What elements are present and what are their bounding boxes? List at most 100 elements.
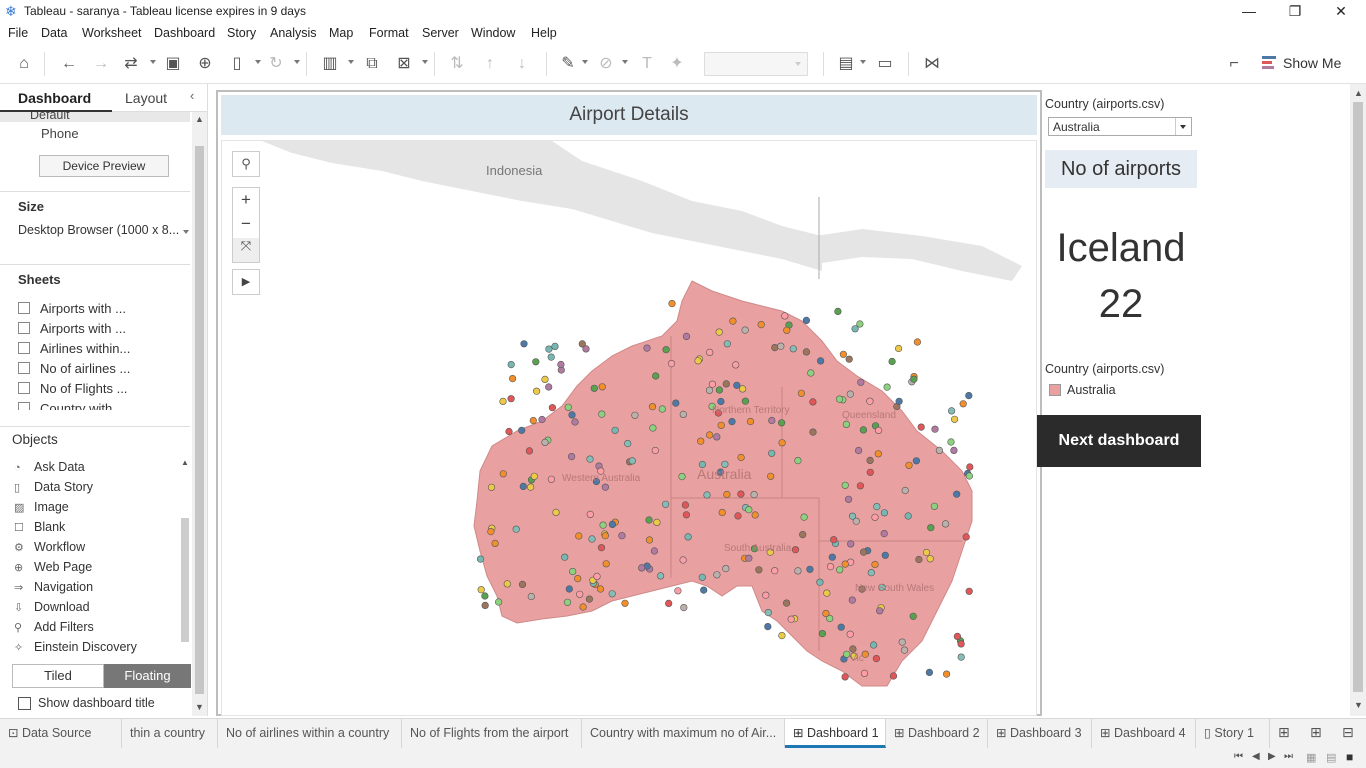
airport-marker[interactable] [505, 427, 513, 436]
airport-marker[interactable] [653, 518, 661, 527]
presentation-mode-icon[interactable]: ▭ [873, 52, 897, 76]
chevron-down-icon[interactable] [582, 60, 588, 64]
airport-marker[interactable] [547, 475, 556, 483]
airport-marker[interactable] [839, 350, 848, 358]
airport-marker[interactable] [818, 630, 827, 638]
device-default-row[interactable]: Default [0, 112, 190, 122]
airport-marker[interactable] [771, 344, 779, 352]
airport-marker[interactable] [557, 360, 565, 369]
airport-marker[interactable] [762, 591, 770, 599]
airport-marker[interactable] [822, 609, 830, 618]
device-phone[interactable]: Phone [41, 126, 79, 141]
airport-marker[interactable] [841, 560, 849, 568]
airport-marker[interactable] [593, 572, 601, 581]
airport-marker[interactable] [628, 457, 636, 465]
airport-marker[interactable] [876, 607, 884, 615]
airport-marker[interactable] [590, 384, 598, 392]
airport-marker[interactable] [608, 520, 617, 529]
airport-marker[interactable] [608, 590, 616, 598]
airport-marker[interactable] [476, 555, 485, 563]
airport-marker[interactable] [782, 599, 791, 607]
scroll-thumb[interactable] [195, 146, 204, 694]
object-web-page[interactable]: ⊕ Web Page [14, 560, 92, 578]
airport-marker[interactable] [668, 300, 676, 308]
airport-marker[interactable] [874, 426, 883, 435]
menu-format[interactable]: Format [369, 26, 409, 40]
airport-marker[interactable] [568, 411, 576, 419]
new-data-source-icon[interactable]: ⊕ [193, 52, 217, 76]
airport-marker[interactable] [552, 508, 560, 517]
airport-marker[interactable] [962, 533, 970, 541]
airport-marker[interactable] [519, 482, 527, 491]
menu-dashboard[interactable]: Dashboard [154, 26, 215, 40]
airport-marker[interactable] [518, 426, 526, 434]
airport-marker[interactable] [561, 553, 569, 561]
airport-marker[interactable] [913, 338, 922, 346]
airport-marker[interactable] [883, 383, 891, 391]
airport-marker[interactable] [487, 528, 495, 536]
airport-marker[interactable] [794, 457, 802, 465]
airport-marker[interactable] [538, 415, 546, 424]
tab-dashboard-1[interactable]: ⊞ Dashboard 1 [785, 719, 886, 748]
airport-marker[interactable] [873, 503, 881, 511]
airport-marker[interactable] [880, 509, 889, 517]
show-filmstrip-icon[interactable]: ▤ [1326, 751, 1336, 764]
airport-marker[interactable] [723, 490, 731, 499]
airport-marker[interactable] [672, 399, 680, 407]
airport-marker[interactable] [662, 346, 670, 354]
reset-map-icon[interactable]: ⤧ [233, 238, 259, 262]
chevron-down-icon[interactable] [1175, 118, 1191, 135]
airport-marker[interactable] [904, 512, 912, 520]
airport-marker[interactable] [651, 446, 659, 455]
menu-data[interactable]: Data [41, 26, 67, 40]
airport-marker[interactable] [713, 571, 721, 579]
object-navigation[interactable]: ⇒ Navigation [14, 580, 93, 598]
airport-marker[interactable] [953, 632, 962, 641]
undo-icon[interactable]: ← [57, 52, 81, 76]
airport-marker[interactable] [715, 328, 723, 336]
airport-marker[interactable] [847, 540, 855, 548]
map-svg[interactable]: Indonesia Northern Territory Queensland … [222, 141, 1037, 716]
airport-marker[interactable] [649, 424, 657, 432]
airport-marker[interactable] [512, 525, 520, 533]
airport-marker[interactable] [547, 353, 555, 361]
airport-marker[interactable] [533, 387, 541, 395]
zoom-in-icon[interactable]: + [233, 190, 259, 210]
airport-marker[interactable] [477, 586, 485, 594]
legend-item[interactable]: Australia [1049, 383, 1189, 399]
airport-marker[interactable] [529, 417, 537, 425]
airport-marker[interactable] [816, 357, 825, 365]
airport-marker[interactable] [848, 596, 856, 604]
share-icon[interactable]: ⋈ [920, 52, 944, 76]
airport-marker[interactable] [728, 418, 736, 426]
airport-marker[interactable] [729, 317, 737, 325]
airport-marker[interactable] [789, 345, 797, 353]
airport-marker[interactable] [694, 357, 702, 365]
first-sheet-icon[interactable]: ⏮ [1234, 751, 1243, 762]
map-search-button[interactable]: ⚲ [232, 151, 260, 177]
airport-marker[interactable] [732, 361, 740, 369]
new-worksheet-icon[interactable]: ⊞ [1278, 724, 1290, 741]
airport-marker[interactable] [582, 345, 590, 353]
airport-marker[interactable] [842, 420, 851, 429]
canvas-scrollbar[interactable]: ▲ ▼ [1350, 84, 1366, 716]
airport-marker[interactable] [859, 548, 868, 556]
airport-marker[interactable] [667, 360, 676, 368]
tiled-toggle[interactable]: Tiled [12, 664, 104, 688]
airport-marker[interactable] [751, 511, 759, 519]
airport-marker[interactable] [767, 472, 775, 480]
close-button[interactable]: ✕ [1318, 2, 1364, 22]
highlight-icon[interactable]: ✎ [556, 52, 580, 76]
airport-marker[interactable] [551, 342, 559, 350]
airport-marker[interactable] [852, 517, 860, 525]
tab-sheet[interactable]: thin a country [122, 719, 218, 748]
airport-marker[interactable] [895, 397, 903, 405]
airport-marker[interactable] [835, 395, 844, 403]
airport-marker[interactable] [568, 453, 576, 461]
airport-marker[interactable] [953, 490, 961, 498]
duplicate-icon[interactable]: ⧉ [360, 52, 384, 76]
airport-marker[interactable] [809, 428, 817, 436]
airport-marker[interactable] [750, 491, 758, 499]
previous-sheet-icon[interactable]: ◀ [1252, 751, 1260, 762]
airport-marker[interactable] [806, 565, 814, 573]
